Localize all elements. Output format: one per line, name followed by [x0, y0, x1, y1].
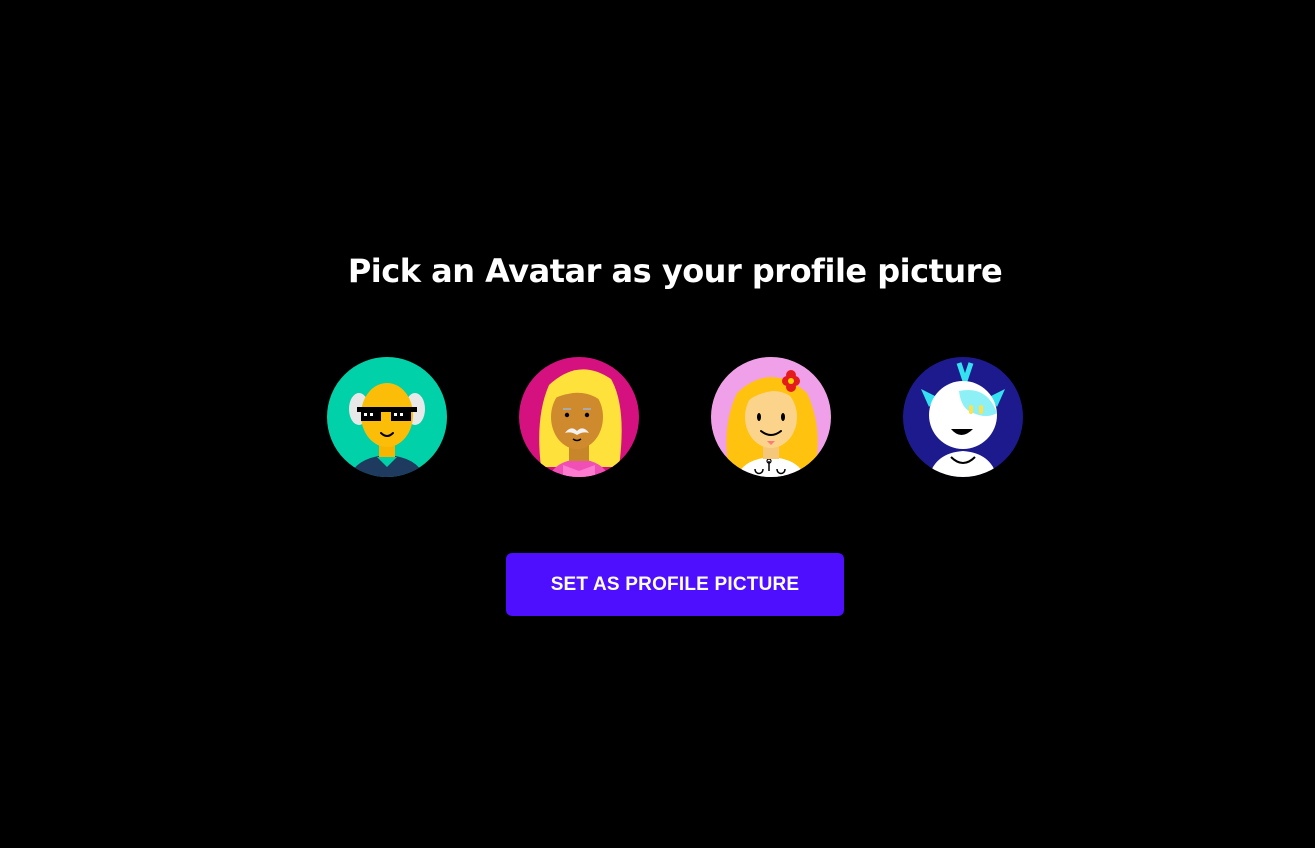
avatar-option-3[interactable]	[711, 357, 831, 477]
mustache-blonde-avatar-icon	[519, 357, 639, 477]
page-title: Pick an Avatar as your profile picture	[347, 252, 1003, 291]
avatar-option-2[interactable]	[519, 357, 639, 477]
avatar-picker-page: Pick an Avatar as your profile picture S…	[0, 0, 1315, 848]
set-profile-picture-button[interactable]: SET AS PROFILE PICTURE	[506, 553, 844, 616]
old-man-sunglasses-avatar-icon	[327, 357, 447, 477]
flower-girl-avatar-icon	[711, 357, 831, 477]
avatar-option-4[interactable]	[903, 357, 1023, 477]
avatar-option-1[interactable]	[327, 357, 447, 477]
robot-avatar-icon	[903, 357, 1023, 477]
avatar-list	[327, 357, 1023, 477]
